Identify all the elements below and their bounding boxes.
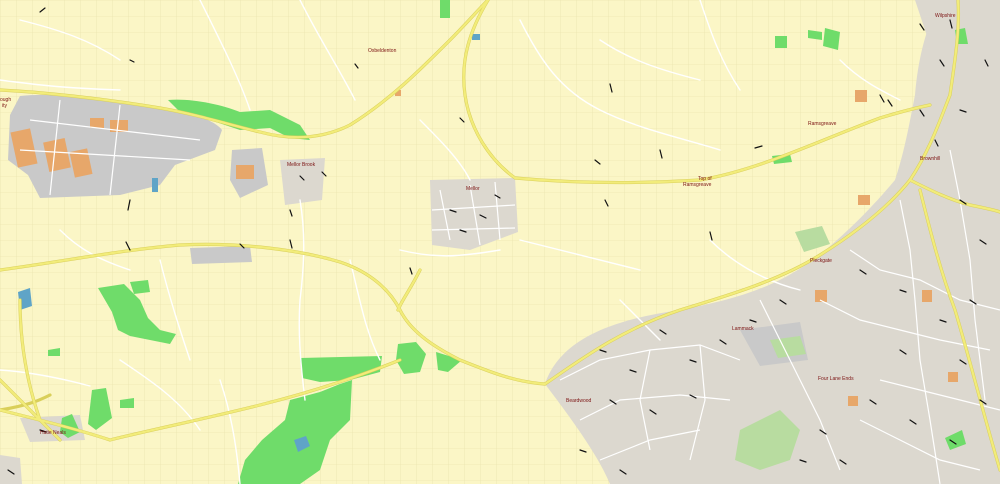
west-edge-area bbox=[0, 455, 22, 484]
svg-text:Ramsgreave: Ramsgreave bbox=[683, 182, 712, 188]
brook-works bbox=[190, 246, 252, 264]
label-beardwood: Beardwood bbox=[566, 398, 592, 404]
reservoir-2 bbox=[152, 178, 158, 192]
city-map[interactable]: Oxbeldenton Mellor Brook Mellor Ramsgrea… bbox=[0, 0, 1000, 484]
green-patch-2 bbox=[775, 36, 787, 48]
reservoir-1 bbox=[472, 34, 480, 40]
label-ramsgreave: Ramsgreave bbox=[808, 121, 837, 127]
green-patch-1 bbox=[440, 0, 450, 18]
label-oxbeldenton: Oxbeldenton bbox=[368, 48, 397, 54]
label-city-partial: ity bbox=[2, 103, 8, 109]
label-four-lane-ends: Four Lane Ends bbox=[818, 376, 854, 382]
label-wilpshire: Wilpshire bbox=[935, 13, 956, 19]
label-hatie-neals: Hatie Neals bbox=[40, 430, 66, 436]
label-mellor-brook: Mellor Brook bbox=[287, 162, 316, 168]
label-brownhill: Brownhill bbox=[920, 156, 940, 162]
label-mellor: Mellor bbox=[466, 186, 480, 192]
label-pleckgate: Pleckgate bbox=[810, 258, 832, 264]
label-lammack: Lammack bbox=[732, 326, 754, 332]
